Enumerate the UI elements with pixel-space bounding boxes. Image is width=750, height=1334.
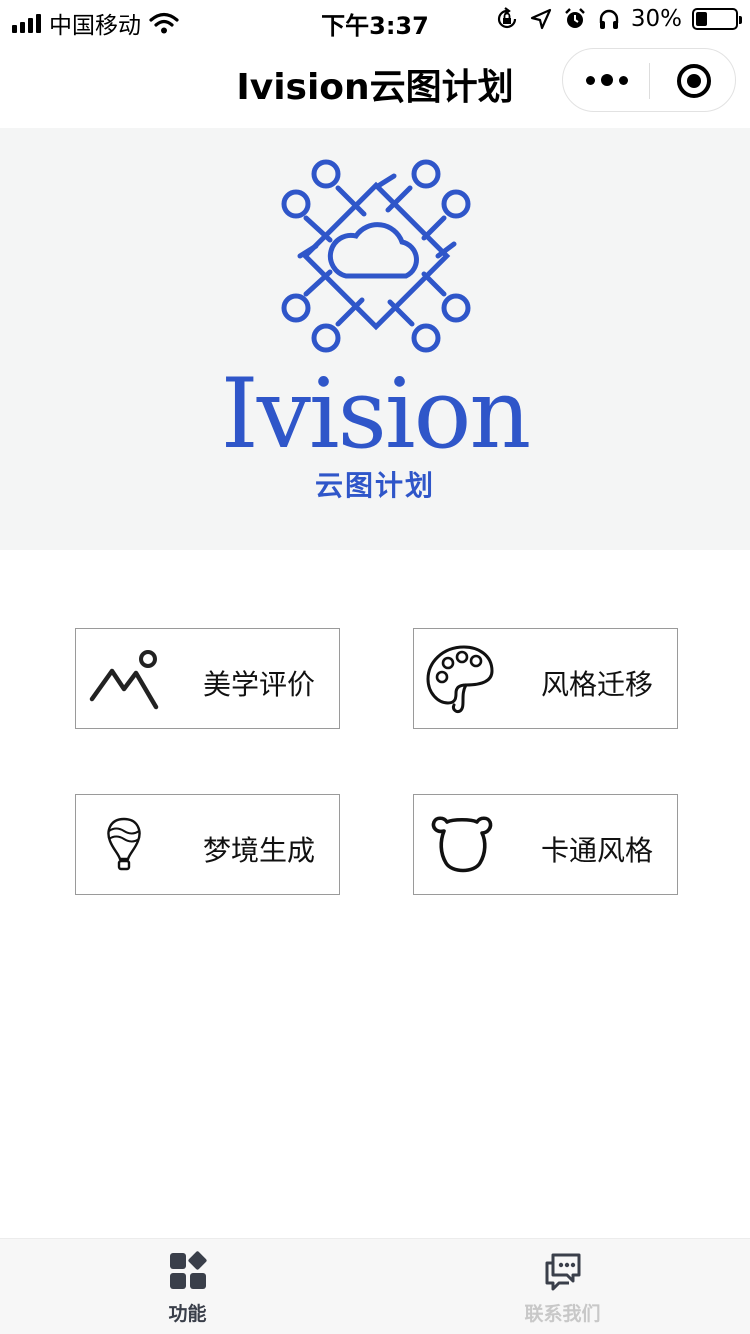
feature-cartoon-style-button[interactable]: 卡通风格 (413, 794, 678, 895)
location-icon (530, 8, 551, 30)
feature-style-transfer-button[interactable]: 风格迁移 (413, 628, 678, 729)
feature-aesthetic-evaluation-button[interactable]: 美学评价 (75, 628, 340, 729)
battery-icon (692, 8, 742, 30)
close-miniprogram-icon[interactable] (677, 64, 711, 98)
miniprogram-capsule (562, 48, 736, 112)
palette-icon (426, 645, 494, 713)
banner: Ivision 云图计划 (0, 128, 750, 550)
battery-nub (739, 16, 742, 24)
feature-label: 卡通风格 (540, 834, 653, 867)
chat-icon (545, 1253, 581, 1291)
capsule-divider (649, 63, 650, 99)
mountain-icon (89, 650, 159, 710)
feature-label: 梦境生成 (202, 834, 315, 867)
tab-label: 功能 (168, 1303, 207, 1325)
alarm-icon (565, 8, 585, 28)
more-icon[interactable] (563, 49, 650, 111)
rotation-lock-icon (497, 7, 516, 29)
feature-dream-generation-button[interactable]: 梦境生成 (75, 794, 340, 895)
status-bar: 中国移动 下午3:37 30% (0, 0, 750, 40)
battery-fill (696, 12, 707, 26)
status-right: 30% (495, 6, 742, 32)
feature-label: 美学评价 (202, 668, 315, 701)
bear-face-icon (431, 816, 493, 873)
bottom-tab-bar: 功能 联系我们 (0, 1238, 750, 1334)
tab-label: 联系我们 (524, 1303, 601, 1325)
logo-wordmark: Ivision (220, 358, 531, 470)
cloud-chip-logo-icon (281, 159, 471, 353)
feature-label: 风格迁移 (540, 668, 653, 701)
tab-contact-us[interactable]: 联系我们 (375, 1239, 750, 1334)
logo-subtitle: 云图计划 (314, 469, 435, 502)
battery-percent: 30% (630, 6, 682, 32)
nav-bar: Ivision云图计划 (0, 40, 750, 128)
hot-air-balloon-icon (107, 817, 141, 871)
tab-functions[interactable]: 功能 (0, 1239, 375, 1334)
headphones-icon (599, 9, 619, 29)
apps-grid-icon (170, 1251, 207, 1289)
